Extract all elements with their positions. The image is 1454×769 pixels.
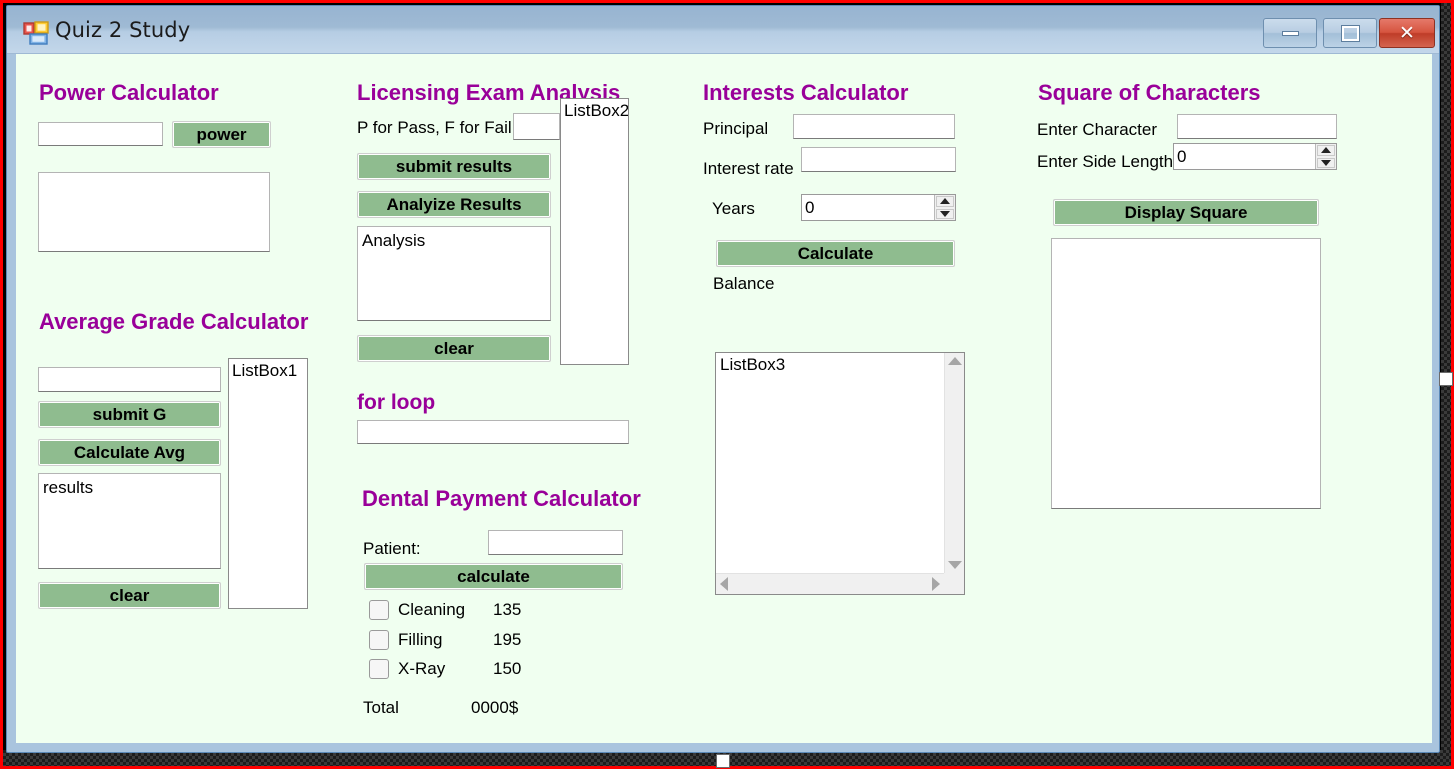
years-stepper[interactable]: 0 [801,194,956,221]
years-decrement-button[interactable] [936,208,954,219]
cleaning-label: Cleaning [398,600,466,619]
application-window: Quiz 2 Study ✕ Power Calculator power Av… [6,5,1440,753]
clear-grades-button[interactable]: clear [38,582,221,609]
power-button[interactable]: power [172,121,271,148]
average-grade-calculator-title: Average Grade Calculator [39,309,309,334]
resize-handle-bottom[interactable] [716,754,730,768]
close-icon: ✕ [1399,21,1415,44]
listbox-2[interactable]: ListBox2 [560,98,629,365]
average-results-box[interactable]: results [38,473,221,569]
display-square-button[interactable]: Display Square [1053,199,1319,226]
xray-checkbox[interactable] [369,659,389,679]
window-title: Quiz 2 Study [55,18,191,42]
title-bar: Quiz 2 Study ✕ [7,6,1439,54]
cleaning-checkbox[interactable] [369,600,389,620]
scroll-up-icon[interactable] [947,357,962,365]
years-increment-button[interactable] [936,196,954,207]
square-of-characters-title: Square of Characters [1038,80,1261,105]
submit-results-button[interactable]: submit results [357,153,551,180]
enter-character-label: Enter Character [1037,120,1157,139]
interest-calculate-button[interactable]: Calculate [716,240,955,267]
interest-rate-input[interactable] [801,147,956,172]
clear-analysis-button[interactable]: clear [357,335,551,362]
power-calculator-title: Power Calculator [39,80,219,105]
years-label: Years [712,199,755,218]
power-input[interactable] [38,122,163,146]
for-loop-output[interactable] [357,420,629,444]
side-length-value[interactable]: 0 [1174,144,1315,169]
analysis-output-box[interactable]: Analysis [357,226,551,321]
principal-input[interactable] [793,114,955,139]
listbox-3-horizontal-scrollbar[interactable] [716,573,944,594]
close-button[interactable]: ✕ [1379,18,1435,48]
dental-total-label: Total [363,698,399,717]
chevron-up-icon [1321,147,1331,154]
patient-input[interactable] [488,530,623,555]
filling-checkbox[interactable] [369,630,389,650]
minimize-icon [1281,30,1299,36]
maximize-button[interactable] [1323,18,1377,48]
dental-calculate-button[interactable]: calculate [364,563,623,590]
listbox-1[interactable]: ListBox1 [228,358,308,609]
interest-rate-label: Interest rate [703,159,794,178]
xray-label: X-Ray [398,659,446,678]
dental-payment-calculator-title: Dental Payment Calculator [362,486,641,511]
grade-input[interactable] [38,367,221,392]
power-output-box[interactable] [38,172,270,252]
interests-calculator-title: Interests Calculator [703,80,909,105]
minimize-button[interactable] [1263,18,1317,48]
analyze-results-button[interactable]: Analyize Results [357,191,551,218]
for-loop-title: for loop [357,391,436,414]
calculate-average-button[interactable]: Calculate Avg [38,439,221,466]
balance-label: Balance [713,274,775,293]
scroll-left-icon[interactable] [720,577,728,591]
filling-price: 195 [493,630,522,649]
pass-fail-input[interactable] [513,113,560,140]
character-input[interactable] [1177,114,1337,139]
pass-fail-label: P for Pass, F for Fail [357,118,512,137]
enter-side-length-label: Enter Side Length [1037,152,1174,171]
years-value[interactable]: 0 [802,195,934,220]
submit-grade-button[interactable]: submit G [38,401,221,428]
chevron-down-icon [1321,159,1331,166]
chevron-up-icon [940,198,950,205]
square-output-box[interactable] [1051,238,1321,509]
side-length-increment-button[interactable] [1317,145,1335,156]
side-length-spin-buttons[interactable] [1315,144,1336,169]
listbox-3-content[interactable]: ListBox3 [716,353,944,573]
listbox-3-vertical-scrollbar[interactable] [944,353,964,573]
side-length-stepper[interactable]: 0 [1173,143,1337,170]
dental-total-value: 0000$ [471,698,519,717]
principal-label: Principal [703,119,769,138]
side-length-decrement-button[interactable] [1317,157,1335,168]
resize-handle-right[interactable] [1439,372,1453,386]
filling-label: Filling [398,630,443,649]
patient-label: Patient: [363,539,421,558]
chevron-down-icon [940,210,950,217]
xray-price: 150 [493,659,522,678]
scroll-down-icon[interactable] [947,561,962,569]
cleaning-price: 135 [493,600,522,619]
form-client-area: Power Calculator power Average Grade Cal… [16,54,1432,743]
scroll-right-icon[interactable] [932,577,940,591]
years-spin-buttons[interactable] [934,195,955,220]
listbox-3[interactable]: ListBox3 [715,352,965,595]
app-window-icon [23,21,49,45]
maximize-icon [1340,24,1360,42]
